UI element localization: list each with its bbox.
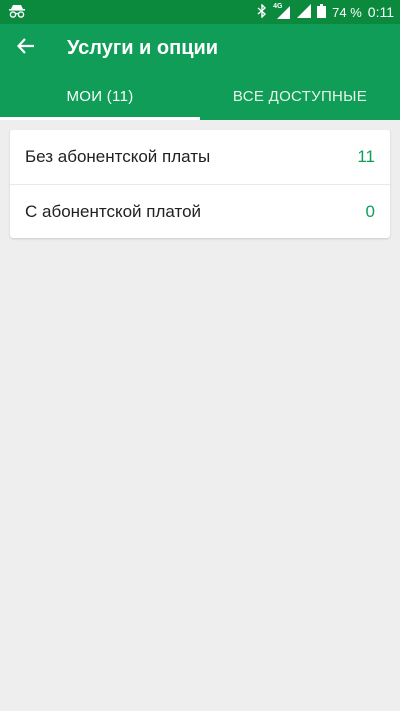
battery-icon <box>317 3 327 21</box>
cell-signal-4g-icon: 4G <box>273 3 291 19</box>
toolbar: Услуги и опции <box>0 24 400 72</box>
list-item-with-subscription-fee[interactable]: С абонентской платой 0 <box>10 184 390 238</box>
list-item-label: С абонентской платой <box>25 201 202 221</box>
bluetooth-icon <box>257 2 267 21</box>
status-bar: 4G 74 % 0:11 <box>0 0 400 24</box>
page-title: Услуги и опции <box>67 36 219 59</box>
app-bar: Услуги и опции МОИ (11) ВСЕ ДОСТУПНЫЕ <box>0 24 400 120</box>
incognito-icon <box>8 4 26 21</box>
list-item-label: Без абонентской платы <box>25 147 211 166</box>
list-item-count: 0 <box>365 201 375 221</box>
list-item-count: 11 <box>357 147 375 166</box>
tab-all-available[interactable]: ВСЕ ДОСТУПНЫЕ <box>200 72 400 120</box>
back-button[interactable] <box>0 24 52 72</box>
tab-my[interactable]: МОИ (11) <box>0 72 200 120</box>
battery-percent: 74 % <box>332 4 362 20</box>
tab-bar: МОИ (11) ВСЕ ДОСТУПНЫЕ <box>0 72 400 120</box>
categories-card: Без абонентской платы 11 С абонентской п… <box>10 130 390 238</box>
arrow-left-icon <box>16 37 35 60</box>
cell-signal-icon <box>297 3 312 21</box>
clock: 0:11 <box>367 4 394 20</box>
list-item-no-subscription-fee[interactable]: Без абонентской платы 11 <box>10 130 390 184</box>
